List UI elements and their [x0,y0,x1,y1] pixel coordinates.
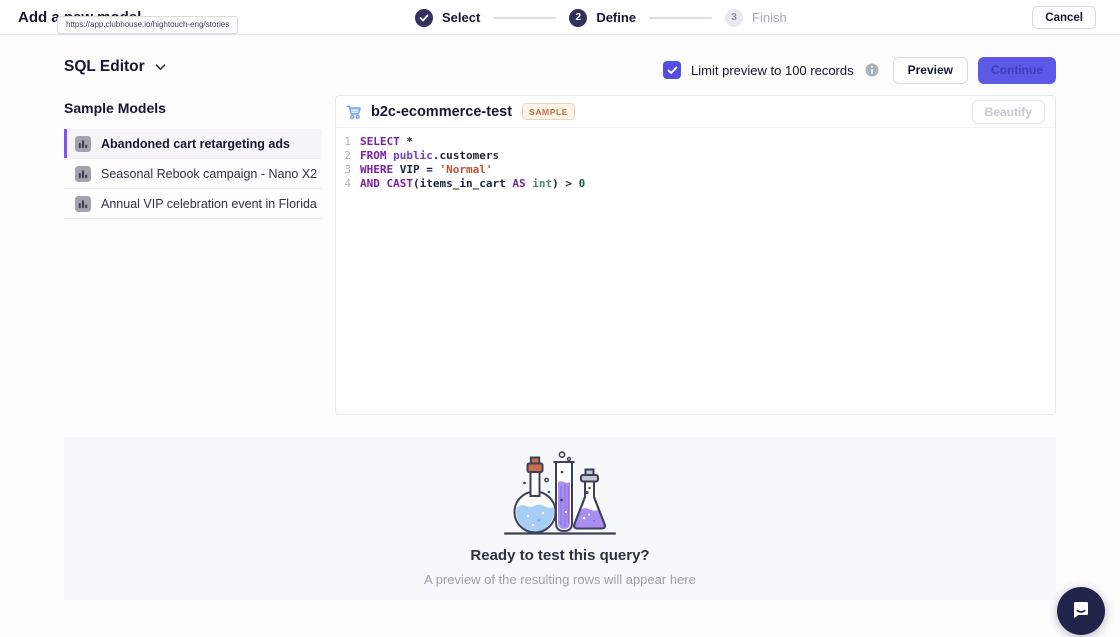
stepper: Select 2 Define 3 Finish [415,0,787,35]
chevron-down-icon [155,64,166,71]
stepper-connector [649,17,712,19]
preview-empty-state: Ready to test this query? A preview of t… [64,437,1056,600]
code-text: SELECT * [360,135,413,149]
sample-model-item[interactable]: Seasonal Rebook campaign - Nano X2 [64,159,322,189]
chat-launcher-button[interactable] [1057,587,1105,635]
line-number: 3 [336,163,360,177]
code-line: 1SELECT * [336,135,1055,149]
model-name: b2c-ecommerce-test [371,104,512,120]
sample-model-label: Seasonal Rebook campaign - Nano X2 [101,167,317,181]
link-url-tooltip: https://app.clubhouse.io/hightouch-eng/s… [57,16,238,34]
step-finish-label: Finish [752,10,787,25]
sample-model-item[interactable]: Abandoned cart retargeting ads [64,129,322,159]
step-3-number: 3 [725,9,743,27]
lab-flasks-illustration [497,450,623,538]
sample-models-sidebar: Sample Models Abandoned cart retargeting… [64,100,322,219]
step-finish: 3 Finish [725,9,787,27]
bar-chart-icon [75,196,91,212]
empty-state-subtitle: A preview of the resulting rows will app… [424,572,696,587]
step-define-label: Define [596,10,636,25]
stepper-connector [493,17,556,19]
preview-button[interactable]: Preview [893,57,968,84]
code-line: 2FROM public.customers [336,149,1055,163]
code-text: FROM public.customers [360,149,499,163]
code-text: AND CAST(items_in_cart AS int) > 0 [360,177,585,191]
continue-button[interactable]: Continue [978,57,1056,84]
sample-model-label: Abandoned cart retargeting ads [101,137,290,151]
sample-badge: SAMPLE [522,103,575,120]
sample-model-label: Annual VIP celebration event in Florida [101,197,317,211]
shopping-cart-icon [346,104,363,120]
step-select-label: Select [442,10,480,25]
sample-models-title: Sample Models [64,100,322,116]
step-select[interactable]: Select [415,9,480,27]
code-line: 4AND CAST(items_in_cart AS int) > 0 [336,177,1055,191]
beautify-button[interactable]: Beautify [972,100,1045,124]
check-icon [415,9,433,27]
sql-editor-dropdown[interactable]: SQL Editor [64,58,166,76]
line-number: 2 [336,149,360,163]
sql-code-editor[interactable]: 1SELECT *2FROM public.customers3WHERE VI… [336,128,1055,191]
step-define[interactable]: 2 Define [569,9,636,27]
sample-model-item[interactable]: Annual VIP celebration event in Florida [64,189,322,219]
line-number: 1 [336,135,360,149]
limit-preview-label: Limit preview to 100 records [691,63,854,78]
step-2-number: 2 [569,9,587,27]
cancel-button[interactable]: Cancel [1032,6,1096,29]
code-line: 3WHERE VIP = 'Normal' [336,163,1055,177]
sql-panel-header: b2c-ecommerce-test SAMPLE Beautify [336,96,1055,128]
info-icon[interactable] [865,63,879,77]
preview-toolbar: Limit preview to 100 records Preview Con… [663,56,1056,84]
bar-chart-icon [75,166,91,182]
empty-state-title: Ready to test this query? [470,547,649,564]
sample-models-list: Abandoned cart retargeting ads Seasonal … [64,129,322,219]
sql-editor-panel: b2c-ecommerce-test SAMPLE Beautify 1SELE… [335,95,1056,415]
code-text: WHERE VIP = 'Normal' [360,163,492,177]
chat-bubble-icon [1069,599,1093,623]
sql-editor-label: SQL Editor [64,58,145,76]
limit-preview-checkbox[interactable] [663,61,681,79]
line-number: 4 [336,177,360,191]
bar-chart-icon [75,136,91,152]
